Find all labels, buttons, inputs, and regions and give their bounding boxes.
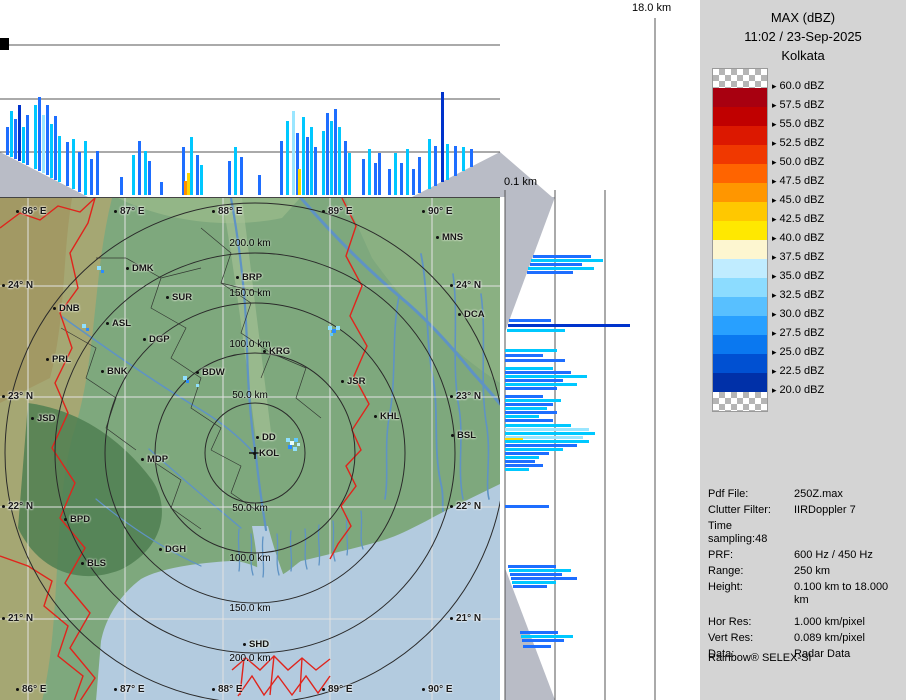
dbz-swatch-9 (713, 240, 767, 259)
info-row: Clutter Filter: IIRDoppler 7 (708, 504, 856, 516)
dbz-swatches (712, 68, 768, 412)
scale-arrow-icon: ▸ (772, 137, 777, 148)
dbz-swatch-15 (713, 354, 767, 373)
dbz-scale-label: ▸ 27.5 dBZ (772, 327, 825, 339)
dbz-swatch-8 (713, 221, 767, 240)
info-row: Hor Res: 1.000 km/pixel (708, 616, 865, 628)
software-brand: Rainbow® SELEX-SI (708, 652, 812, 664)
dbz-swatch-2 (713, 107, 767, 126)
scale-arrow-icon: ▸ (772, 346, 777, 357)
dbz-scale-label: ▸ 47.5 dBZ (772, 175, 825, 187)
info-row: Vert Res: 0.089 km/pixel (708, 632, 865, 644)
blind-zone-wedge (505, 197, 555, 332)
product-timestamp: 11:02 / 23-Sep-2025 (744, 29, 862, 44)
radar-display-window: 0.1 km 18.0 km 86° E 86° E 87° E 87° E 8… (0, 0, 906, 700)
product-title: MAX (dBZ) (770, 10, 836, 25)
dbz-scale-label: ▸ 60.0 dBZ (772, 80, 825, 92)
ew-cross-section-panel (0, 0, 500, 197)
blind-zone-wedge (505, 568, 555, 700)
map-canvas (0, 198, 500, 700)
scale-arrow-icon: ▸ (772, 80, 777, 91)
dbz-swatch-13 (713, 316, 767, 335)
dbz-scale-label: ▸ 30.0 dBZ (772, 308, 825, 320)
scale-arrow-icon: ▸ (772, 308, 777, 319)
scale-arrow-icon: ▸ (772, 289, 777, 300)
info-row: Height: 0.100 km to 18.000 km (708, 581, 889, 606)
legend-title-block: MAX (dBZ) 11:02 / 23-Sep-2025 Kolkata (700, 0, 906, 65)
dbz-scale-label: ▸ 25.0 dBZ (772, 346, 825, 358)
height-axis-top-label: 18.0 km (632, 2, 672, 14)
scale-arrow-icon: ▸ (772, 232, 777, 243)
dbz-swatch-10 (713, 259, 767, 278)
dbz-scale-label: ▸ 40.0 dBZ (772, 232, 825, 244)
dbz-swatch-11 (713, 278, 767, 297)
dbz-swatch-7 (713, 202, 767, 221)
ns-cross-section-panel: 0.1 km 18.0 km (500, 0, 700, 700)
ew-cross-section-grid (0, 38, 500, 197)
scale-arrow-icon: ▸ (772, 327, 777, 338)
dbz-scale-label: ▸ 32.5 dBZ (772, 289, 825, 301)
dbz-swatch-16 (713, 373, 767, 392)
scale-arrow-icon: ▸ (772, 384, 777, 395)
dbz-labels: ▸ 60.0 dBZ ▸ 57.5 dBZ ▸ 55.0 dBZ ▸ 52.5 dBZ ▸ 50.… (772, 69, 892, 413)
scale-arrow-icon: ▸ (772, 175, 777, 186)
info-row: Pdf File: 250Z.max (708, 488, 843, 500)
axis-tick-marker (0, 38, 9, 50)
map-viewport[interactable]: 86° E 86° E 87° E 87° E 88° E 88° E 89° E 89° E… (0, 197, 500, 700)
dbz-scale-label: ▸ 57.5 dBZ (772, 99, 825, 111)
height-axis-origin-label: 0.1 km (504, 176, 538, 188)
scale-arrow-icon: ▸ (772, 213, 777, 224)
dbz-swatch-14 (713, 335, 767, 354)
dbz-scale-label: ▸ 35.0 dBZ (772, 270, 825, 282)
dbz-swatch-17 (713, 392, 767, 411)
ns-cross-section-grid (500, 18, 656, 700)
scale-arrow-icon: ▸ (772, 270, 777, 281)
info-rows: Pdf File: 250Z.max Clutter Filter: IIRDoppl… (708, 488, 902, 664)
dbz-scale-label: ▸ 20.0 dBZ (772, 384, 825, 396)
dbz-scale-label: ▸ 55.0 dBZ (772, 118, 825, 130)
blind-zone-wedge (500, 152, 552, 197)
radar-site-name: Kolkata (781, 48, 825, 63)
dbz-scale-label: ▸ 45.0 dBZ (772, 194, 825, 206)
dbz-swatch-12 (713, 297, 767, 316)
dbz-scale-label: ▸ 22.5 dBZ (772, 365, 825, 377)
scale-arrow-icon: ▸ (772, 156, 777, 167)
dbz-scale-label: ▸ 42.5 dBZ (772, 213, 825, 225)
legend-panel: MAX (dBZ) 11:02 / 23-Sep-2025 Kolkata ▸ 6… (700, 0, 906, 700)
dbz-swatch-6 (713, 183, 767, 202)
scale-arrow-icon: ▸ (772, 99, 777, 110)
dbz-scale-label: ▸ 50.0 dBZ (772, 156, 825, 168)
scale-arrow-icon: ▸ (772, 194, 777, 205)
info-row: Time sampling:48 (708, 520, 768, 545)
blind-zone-wedge (0, 152, 88, 197)
scale-arrow-icon: ▸ (772, 365, 777, 376)
info-row: PRF: 600 Hz / 450 Hz (708, 549, 873, 561)
dbz-swatch-1 (713, 88, 767, 107)
dbz-scale-label: ▸ 52.5 dBZ (772, 137, 825, 149)
dbz-scale: ▸ 60.0 dBZ ▸ 57.5 dBZ ▸ 55.0 dBZ ▸ 52.5 dBZ ▸ 50.… (712, 68, 902, 412)
dbz-swatch-5 (713, 164, 767, 183)
scale-arrow-icon: ▸ (772, 251, 777, 262)
dbz-swatch-0 (713, 69, 767, 88)
info-row: Range: 250 km (708, 565, 831, 577)
blind-zone-wedge (412, 152, 500, 197)
dbz-swatch-3 (713, 126, 767, 145)
dbz-swatch-4 (713, 145, 767, 164)
scale-arrow-icon: ▸ (772, 118, 777, 129)
dbz-scale-label: ▸ 37.5 dBZ (772, 251, 825, 263)
